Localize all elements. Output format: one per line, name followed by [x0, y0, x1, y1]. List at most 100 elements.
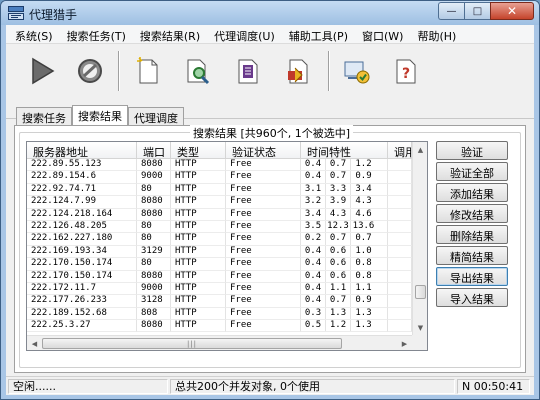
table-row[interactable]: 222.170.150.174 8080 HTTP Free 0.4 0.6 0.8 [27, 270, 412, 283]
menu-help[interactable]: 帮助(H) [410, 25, 463, 44]
timing-value: 1.3 [355, 307, 372, 318]
search-result-button[interactable] [178, 51, 218, 91]
timing-value: 0.5 [301, 320, 326, 332]
vertical-scrollbar[interactable]: ▲ ▼ [412, 142, 427, 335]
menu-system[interactable]: 系统(S) [8, 25, 60, 44]
help-button[interactable]: ? [386, 51, 426, 91]
cell-timing: 0.3 1.3 1.3 [301, 307, 388, 321]
cell-status: Free [226, 282, 301, 296]
table-row[interactable]: 222.25.3.27 8080 HTTP Free 0.5 1.2 1.3 [27, 320, 412, 333]
timing-value: 0.7 [326, 233, 351, 245]
timing-value: 0.7 [326, 159, 351, 171]
scroll-left-icon[interactable]: ◀ [27, 336, 42, 350]
cell-port: 8080 [137, 196, 171, 209]
delete-result-button[interactable]: 删除结果 [436, 225, 508, 244]
scroll-right-icon[interactable]: ▶ [397, 336, 412, 350]
table-row[interactable]: 222.177.26.233 3128 HTTP Free 0.4 0.7 0.9 [27, 295, 412, 308]
timing-value: 0.7 [326, 295, 351, 307]
import-button[interactable] [278, 51, 318, 91]
timing-value: 4.6 [355, 208, 372, 219]
cell-calls [388, 270, 412, 283]
horizontal-scroll-thumb[interactable]: ||| [42, 338, 342, 349]
cell-type: HTTP [171, 183, 226, 197]
maximize-button[interactable]: □ [464, 2, 490, 20]
cell-status: Free [226, 245, 301, 259]
cell-status: Free [226, 220, 301, 234]
close-button[interactable]: ✕ [490, 2, 534, 20]
menu-tools[interactable]: 辅助工具(P) [282, 25, 355, 44]
import-results-button[interactable]: 导入结果 [436, 288, 508, 307]
minimize-button[interactable]: — [438, 2, 464, 20]
cell-type: HTTP [171, 171, 226, 184]
search-document-icon [187, 59, 210, 85]
column-header-type[interactable]: 类型 [171, 142, 226, 159]
table-row[interactable]: 222.124.7.99 8080 HTTP Free 3.2 3.9 4.3 [27, 196, 412, 209]
cell-timing: 0.4 0.6 1.0 [301, 245, 388, 259]
tab-search-results[interactable]: 搜索结果 [72, 105, 128, 125]
timing-value: 0.4 [301, 258, 326, 270]
column-header-port[interactable]: 端口 [137, 142, 171, 159]
cell-port: 3129 [137, 245, 171, 259]
minimize-icon: — [446, 5, 457, 17]
edit-result-button[interactable]: 修改结果 [436, 204, 508, 223]
app-icon [8, 6, 24, 20]
table-row[interactable]: 222.124.218.164 8080 HTTP Free 3.4 4.3 4.6 [27, 208, 412, 221]
cell-timing: 0.4 0.6 0.8 [301, 270, 388, 283]
table-row[interactable]: 222.162.227.180 80 HTTP Free 0.2 0.7 0.7 [27, 233, 412, 246]
menu-search-results[interactable]: 搜索结果(R) [133, 25, 207, 44]
start-button[interactable] [22, 51, 62, 91]
horizontal-scrollbar[interactable]: ◀ ||| ▶ [27, 335, 412, 350]
cell-status: Free [226, 320, 301, 333]
cell-calls [388, 171, 412, 184]
table-row[interactable]: 222.189.152.68 808 HTTP Free 0.3 1.3 1.3 [27, 307, 412, 321]
table-row[interactable]: 222.89.154.6 9000 HTTP Free 0.4 0.7 0.9 [27, 171, 412, 184]
title-bar[interactable]: 代理猎手 — □ ✕ [1, 1, 539, 25]
scroll-down-icon[interactable]: ▼ [413, 320, 427, 335]
timing-value: 0.4 [301, 171, 326, 183]
cell-calls [388, 258, 412, 271]
verify-button[interactable]: 验证 [436, 141, 508, 160]
cell-type: HTTP [171, 295, 226, 308]
timing-value: 1.2 [326, 320, 351, 332]
cell-status: Free [226, 171, 301, 184]
vertical-scroll-thumb[interactable] [415, 285, 426, 300]
cell-port: 8080 [137, 208, 171, 221]
column-header-status[interactable]: 验证状态 [226, 142, 301, 159]
table-row[interactable]: 222.89.55.123 8080 HTTP Free 0.4 0.7 1.2 [27, 159, 412, 172]
table-row[interactable]: 222.169.193.34 3129 HTTP Free 0.4 0.6 1.0 [27, 245, 412, 259]
new-button[interactable] [128, 51, 168, 91]
cell-address: 222.89.55.123 [27, 159, 137, 172]
results-list[interactable]: 服务器地址 端口 类型 验证状态 时间特性 调用 222.89.55.12380… [26, 141, 428, 351]
menu-search-task[interactable]: 搜索任务(T) [60, 25, 133, 44]
menu-proxy-dispatch[interactable]: 代理调度(U) [207, 25, 282, 44]
tab-search-task[interactable]: 搜索任务 [16, 107, 72, 125]
table-row[interactable]: 222.92.74.71 80 HTTP Free 3.1 3.3 3.4 [27, 183, 412, 197]
scroll-up-icon[interactable]: ▲ [413, 142, 427, 157]
add-result-button[interactable]: 添加结果 [436, 183, 508, 202]
column-header-calls[interactable]: 调用 [388, 142, 412, 159]
verify-all-button[interactable]: 验证全部 [436, 162, 508, 181]
table-row[interactable]: 222.126.48.205 80 HTTP Free 3.5 12.3 13.6 [27, 220, 412, 234]
cell-port: 9000 [137, 282, 171, 296]
timing-value: 0.3 [301, 307, 326, 320]
table-row[interactable]: 222.172.11.7 9000 HTTP Free 0.4 1.1 1.1 [27, 282, 412, 296]
timing-value: 0.6 [326, 270, 351, 282]
close-icon: ✕ [506, 4, 518, 18]
table-row[interactable]: 222.170.150.174 80 HTTP Free 0.4 0.6 0.8 [27, 258, 412, 271]
export-results-button[interactable]: 导出结果 [436, 267, 508, 286]
timing-value: 4.3 [355, 196, 372, 207]
timing-value: 0.6 [326, 258, 351, 270]
column-header-address[interactable]: 服务器地址 [27, 142, 137, 159]
trim-results-button[interactable]: 精简结果 [436, 246, 508, 265]
verify-settings-button[interactable] [336, 51, 376, 91]
cell-status: Free [226, 258, 301, 271]
stop-button[interactable] [70, 51, 110, 91]
menu-window[interactable]: 窗口(W) [355, 25, 410, 44]
play-icon [32, 57, 55, 85]
tab-proxy-dispatch[interactable]: 代理调度 [128, 107, 184, 125]
cell-type: HTTP [171, 159, 226, 172]
status-idle: 空闲...... [8, 379, 168, 394]
column-header-timing[interactable]: 时间特性 [301, 142, 388, 159]
list-button[interactable] [228, 51, 268, 91]
timing-value: 0.8 [355, 270, 372, 281]
